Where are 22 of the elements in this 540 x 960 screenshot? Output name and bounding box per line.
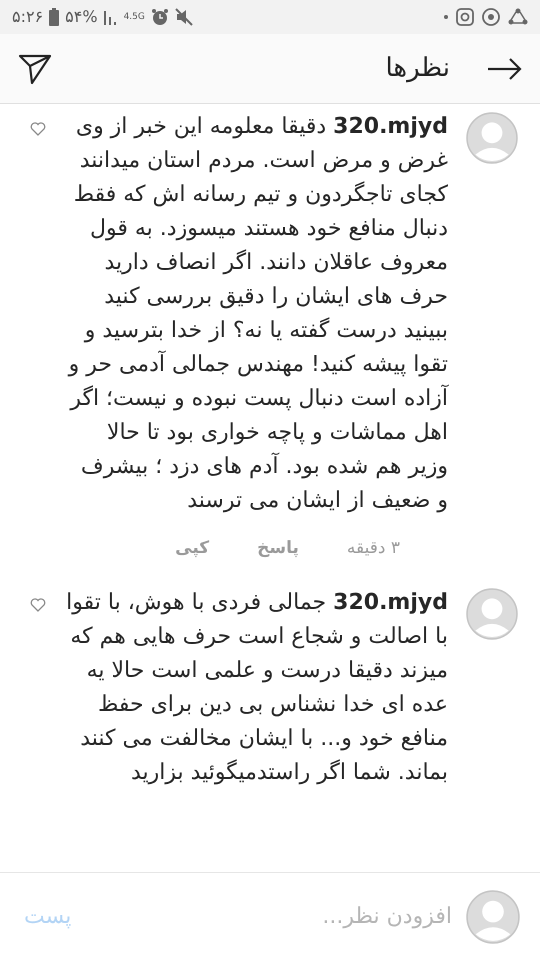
send-icon[interactable] xyxy=(18,52,52,84)
dot-icon xyxy=(444,15,448,19)
comment-action[interactable]: کپی xyxy=(175,536,210,562)
comment-input[interactable]: افزودن نظر... xyxy=(89,894,452,938)
battery-level: ۵۴% xyxy=(65,6,98,28)
heart-icon[interactable] xyxy=(30,598,46,612)
share-icon xyxy=(508,8,528,26)
comment-action[interactable]: پاسخ xyxy=(257,536,299,562)
clock: ۵:۲۶ xyxy=(12,6,44,28)
comment-time: ۳ دقیقه xyxy=(346,537,400,560)
alarm-icon xyxy=(150,8,169,26)
heart-icon[interactable] xyxy=(30,122,46,136)
signal-icon xyxy=(104,9,118,25)
avatar-icon xyxy=(466,890,520,944)
chat-bubble-icon xyxy=(482,8,500,26)
battery-icon xyxy=(49,8,60,26)
mute-icon xyxy=(174,8,193,26)
camera-icon xyxy=(456,8,474,26)
back-arrow-icon[interactable] xyxy=(486,56,522,80)
screen-title: نظرها xyxy=(385,52,450,85)
network-type: 4.5G xyxy=(124,12,145,22)
post-button[interactable]: پست xyxy=(20,900,76,933)
